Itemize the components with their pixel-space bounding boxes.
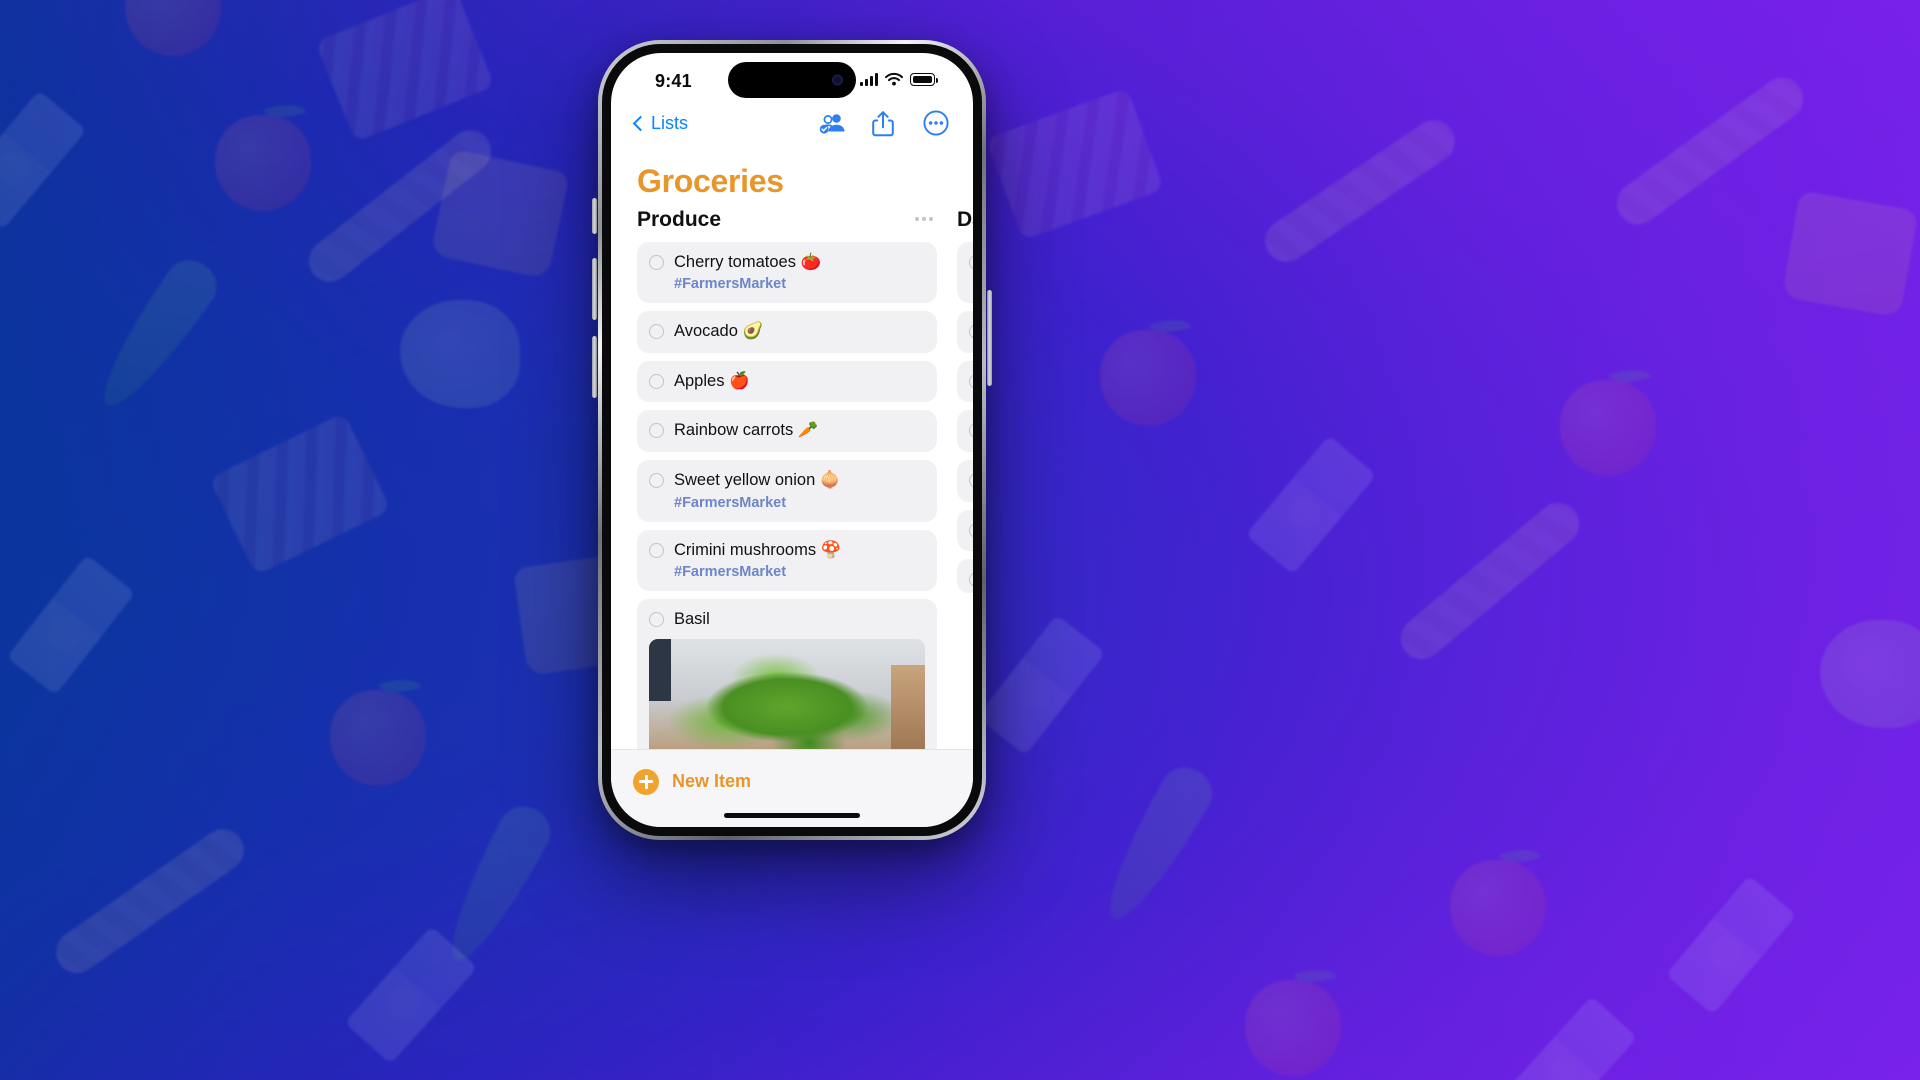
phone-screen: 9:41 Lists Groceries Produce Cherry toma…	[611, 53, 973, 827]
share-icon[interactable]	[871, 110, 897, 137]
power-button[interactable]	[987, 290, 992, 386]
battery-icon	[910, 73, 938, 86]
list-item[interactable]: Eggs #FarmersMarket	[957, 241, 973, 304]
section-more-icon[interactable]	[915, 208, 933, 221]
item-label: Avocado 🥑	[674, 322, 764, 341]
bg-apple-icon	[215, 115, 311, 211]
back-to-lists-button[interactable]: Lists	[632, 113, 689, 134]
item-checkbox[interactable]	[969, 522, 973, 538]
list-item[interactable]: Oat milk	[957, 360, 973, 403]
item-label: Crimini mushrooms 🍄	[674, 540, 842, 559]
list-item[interactable]: Cherry tomatoes 🍅 #FarmersMarket	[637, 241, 937, 304]
collaborate-icon[interactable]	[819, 110, 845, 136]
item-label: Basil	[674, 610, 710, 629]
column-header: Dairy, Protein	[957, 206, 973, 242]
volume-down-button[interactable]	[592, 336, 597, 398]
bg-apple-icon	[1450, 860, 1546, 956]
nav-action-group	[819, 110, 949, 137]
mute-switch-button[interactable]	[592, 198, 597, 234]
bg-apple-icon	[1560, 380, 1656, 476]
list-item[interactable]: Yogurt	[957, 311, 973, 353]
item-checkbox[interactable]	[969, 254, 973, 270]
page-title: Groceries	[637, 163, 784, 199]
board-column-dairy-protein: Dairy, Protein Eggs #FarmersMarket Yogur…	[957, 206, 973, 772]
item-label: Sweet yellow onion 🧅	[674, 471, 841, 490]
item-checkbox[interactable]	[969, 423, 973, 439]
item-checkbox[interactable]	[649, 542, 664, 558]
navigation-bar: Lists	[611, 109, 973, 155]
volume-up-button[interactable]	[592, 258, 597, 320]
column-title: Produce	[637, 208, 722, 231]
list-board[interactable]: Produce Cherry tomatoes 🍅 #FarmersMarket…	[611, 206, 973, 772]
wifi-icon	[885, 72, 903, 86]
list-item[interactable]: Veggie burgers	[957, 509, 973, 552]
column-header: Produce	[637, 206, 937, 242]
item-label: Cherry tomatoes 🍅	[674, 252, 822, 271]
item-checkbox[interactable]	[969, 473, 973, 489]
list-item[interactable]: Basil	[637, 599, 937, 772]
item-checkbox[interactable]	[969, 373, 973, 389]
list-item[interactable]: Sweet yellow onion 🧅 #FarmersMarket	[637, 460, 937, 522]
home-indicator[interactable]	[724, 813, 860, 818]
signal-bars-icon	[860, 73, 878, 86]
new-item-button[interactable]: New Item	[633, 768, 752, 795]
item-checkbox[interactable]	[649, 473, 664, 489]
item-checkbox[interactable]	[649, 373, 664, 389]
chevron-left-icon	[632, 115, 649, 132]
item-checkbox[interactable]	[649, 612, 664, 628]
bg-cheese-icon	[1781, 190, 1919, 318]
more-circle-icon[interactable]	[923, 110, 949, 136]
item-checkbox[interactable]	[649, 324, 664, 340]
status-bar: 9:41	[611, 53, 973, 109]
item-tag[interactable]: #FarmersMarket	[674, 564, 925, 580]
phone-bezel: 9:41 Lists Groceries Produce Cherry toma…	[602, 44, 982, 836]
column-title: Dairy, Protein	[957, 208, 973, 231]
dynamic-island	[728, 62, 856, 98]
list-item[interactable]: Cheddar	[957, 410, 973, 453]
list-item[interactable]: Crimini mushrooms 🍄 #FarmersMarket	[637, 529, 937, 592]
item-checkbox[interactable]	[969, 572, 973, 588]
list-item[interactable]	[957, 559, 973, 594]
list-item[interactable]: Apples 🍎	[637, 360, 937, 403]
item-checkbox[interactable]	[649, 254, 664, 270]
list-item[interactable]: Avocado 🥑	[637, 311, 937, 353]
item-label: Apples 🍎	[674, 371, 750, 390]
bg-apple-icon	[1100, 330, 1196, 426]
back-button-label: Lists	[651, 113, 689, 133]
item-tag[interactable]: #FarmersMarket	[674, 495, 925, 511]
new-item-label: New Item	[672, 771, 752, 791]
item-tag[interactable]: #FarmersMarket	[674, 276, 925, 292]
item-checkbox[interactable]	[649, 423, 664, 439]
photo-left-edge	[649, 638, 671, 701]
bg-apple-icon	[1245, 980, 1341, 1076]
list-item[interactable]: Rainbow carrots 🥕	[637, 410, 937, 453]
iphone-device-frame: 9:41 Lists Groceries Produce Cherry toma…	[592, 40, 992, 840]
status-indicators	[860, 72, 938, 86]
bg-apple-icon	[330, 690, 426, 786]
list-item[interactable]: Tofu	[957, 460, 973, 502]
plus-circle-icon	[633, 768, 659, 795]
bottom-toolbar: New Item	[611, 749, 973, 827]
item-checkbox[interactable]	[969, 324, 973, 340]
item-label: Rainbow carrots 🥕	[674, 421, 819, 440]
front-camera-icon	[832, 74, 843, 86]
bg-lettuce-icon	[400, 300, 520, 408]
status-clock: 9:41	[655, 71, 692, 91]
board-column-produce: Produce Cherry tomatoes 🍅 #FarmersMarket…	[637, 206, 937, 772]
